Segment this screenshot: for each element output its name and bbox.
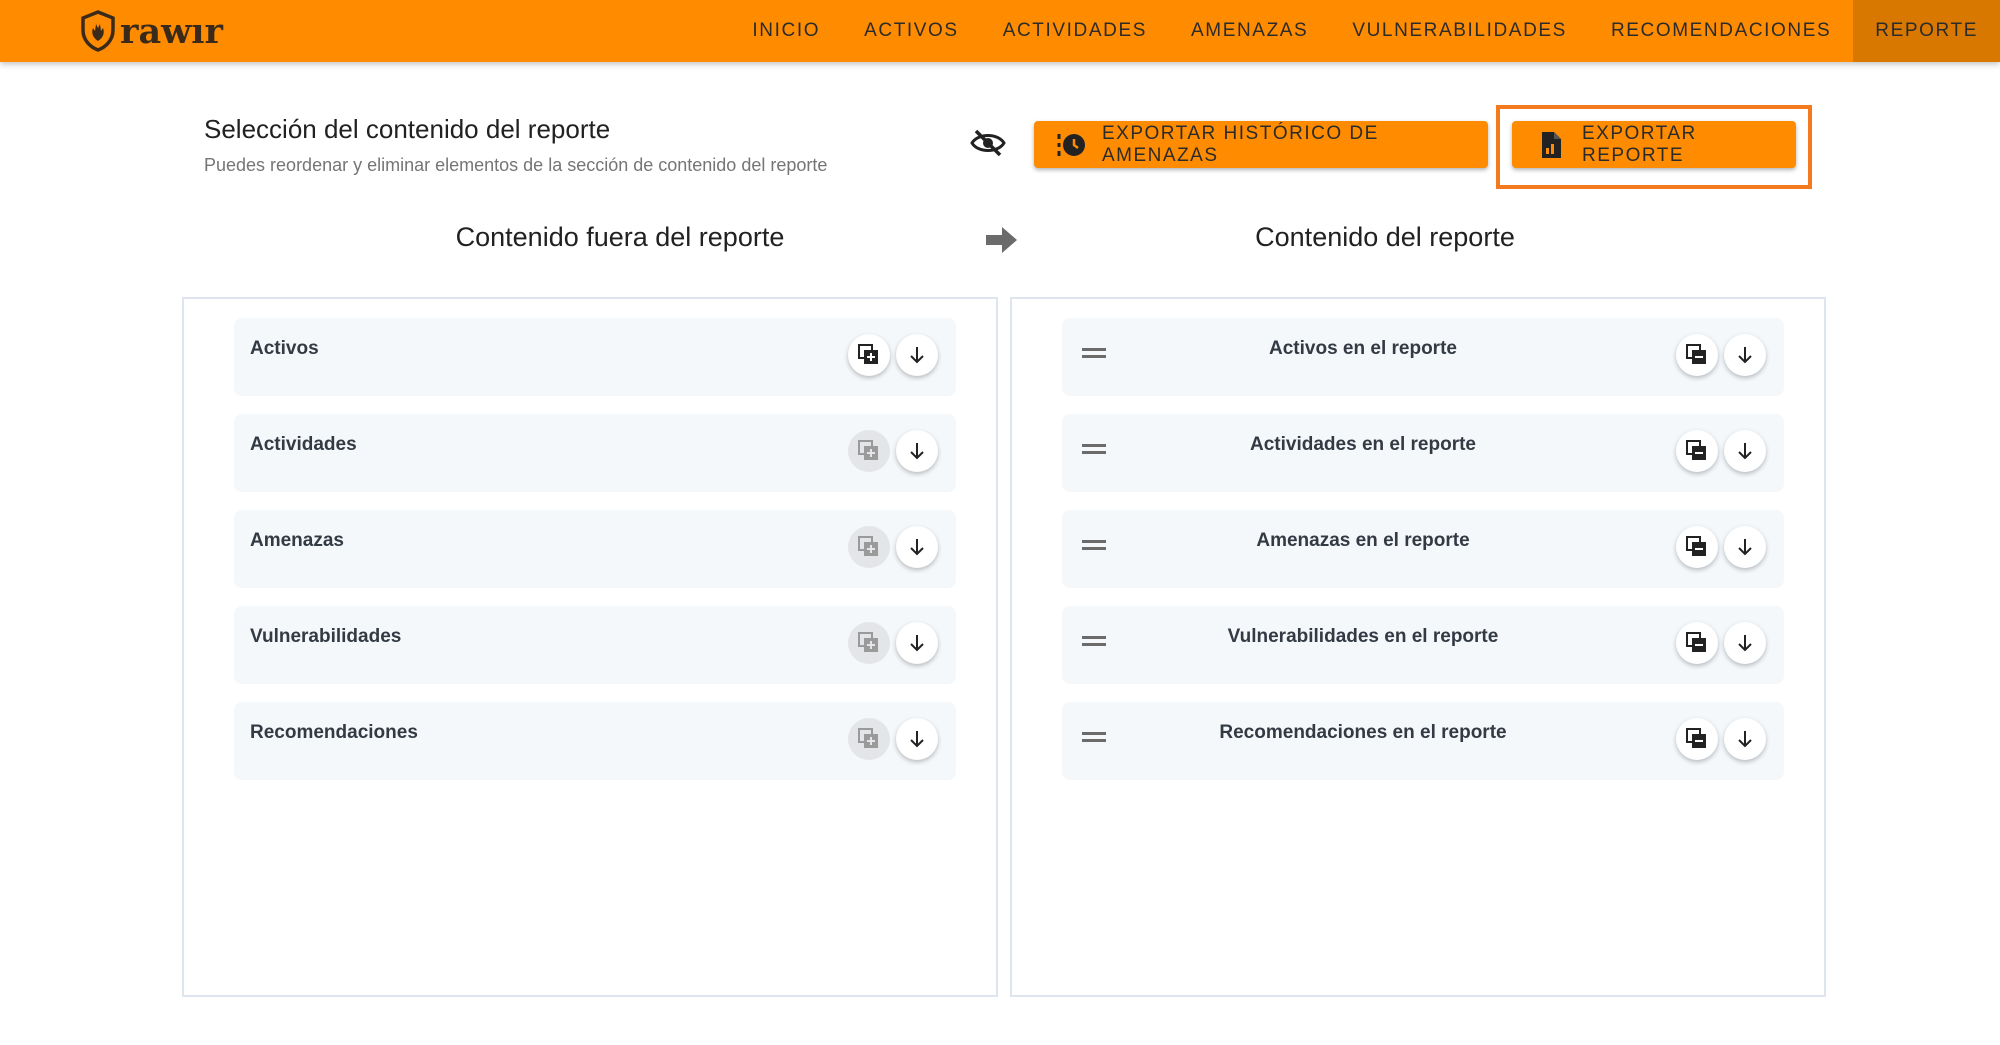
list-item: Amenazas en el reporte — [1062, 510, 1784, 588]
copy-remove-icon — [1686, 344, 1706, 364]
move-down-button[interactable] — [1724, 430, 1766, 472]
remove-from-report-button[interactable] — [1676, 334, 1718, 376]
drag-handle-icon[interactable] — [1082, 444, 1106, 454]
export-history-label: EXPORTAR HISTÓRICO DE AMENAZAS — [1102, 122, 1379, 166]
remove-from-report-button[interactable] — [1676, 718, 1718, 760]
add-to-report-button — [848, 622, 890, 664]
remove-from-report-button[interactable] — [1676, 526, 1718, 568]
move-down-button[interactable] — [1724, 718, 1766, 760]
arrow-down-icon — [910, 635, 924, 652]
arrow-down-icon — [910, 347, 924, 364]
toggle-visibility-button[interactable] — [970, 128, 1006, 158]
nav-item-inicio[interactable]: INICIO — [730, 0, 842, 62]
export-history-button[interactable]: EXPORTAR HISTÓRICO DE AMENAZAS — [1034, 121, 1488, 168]
nav-item-amenazas[interactable]: AMENAZAS — [1169, 0, 1330, 62]
outside-column-title: Contenido fuera del reporte — [455, 222, 785, 252]
list-item: Recomendaciones — [234, 702, 956, 780]
shield-flame-icon — [81, 10, 115, 52]
arrow-down-icon — [1738, 539, 1752, 556]
move-down-button[interactable] — [896, 526, 938, 568]
item-label: Actividades en el reporte — [1250, 434, 1476, 455]
item-label: Vulnerabilidades — [250, 626, 402, 647]
list-item: Activos en el reporte — [1062, 318, 1784, 396]
main-nav: INICIO ACTIVOS ACTIVIDADES AMENAZAS VULN… — [730, 0, 2000, 62]
arrow-down-icon — [910, 731, 924, 748]
report-column-title: Contenido del reporte — [1255, 222, 1515, 252]
history-icon — [1056, 130, 1086, 160]
arrow-down-icon — [1738, 635, 1752, 652]
arrow-down-icon — [910, 539, 924, 556]
drag-handle-icon[interactable] — [1082, 636, 1106, 646]
copy-remove-icon — [1686, 536, 1706, 556]
copy-add-icon — [858, 728, 878, 748]
export-report-highlight — [1496, 105, 1812, 189]
list-item: Vulnerabilidades en el reporte — [1062, 606, 1784, 684]
copy-add-icon — [858, 536, 878, 556]
nav-item-reporte[interactable]: REPORTE — [1853, 0, 2000, 62]
logo-text: rawır — [120, 10, 223, 52]
item-label: Recomendaciones — [250, 722, 418, 743]
app-logo[interactable]: rawır — [80, 8, 223, 54]
list-item: Activos — [234, 318, 956, 396]
item-label: Actividades — [250, 434, 357, 455]
copy-add-icon — [858, 344, 878, 364]
add-to-report-button[interactable] — [848, 334, 890, 376]
list-item: Amenazas — [234, 510, 956, 588]
item-label: Amenazas — [250, 530, 344, 551]
nav-item-actividades[interactable]: ACTIVIDADES — [981, 0, 1169, 62]
move-down-button[interactable] — [896, 718, 938, 760]
item-label: Vulnerabilidades en el reporte — [1227, 626, 1499, 647]
remove-from-report-button[interactable] — [1676, 622, 1718, 664]
top-app-bar: rawır INICIO ACTIVOS ACTIVIDADES AMENAZA… — [0, 0, 2000, 62]
add-to-report-button — [848, 718, 890, 760]
outside-content-panel: Activos Actividades Amenazas Vulnerabili… — [182, 297, 998, 997]
nav-item-vulnerabilidades[interactable]: VULNERABILIDADES — [1330, 0, 1589, 62]
item-label: Activos en el reporte — [1269, 338, 1457, 359]
remove-from-report-button[interactable] — [1676, 430, 1718, 472]
report-content-panel: Activos en el reporte Actividades en el … — [1010, 297, 1826, 997]
list-item: Recomendaciones en el reporte — [1062, 702, 1784, 780]
eye-off-icon — [970, 129, 1006, 157]
arrow-down-icon — [910, 443, 924, 460]
move-down-button[interactable] — [1724, 526, 1766, 568]
nav-item-activos[interactable]: ACTIVOS — [842, 0, 981, 62]
add-to-report-button — [848, 526, 890, 568]
arrow-down-icon — [1738, 443, 1752, 460]
drag-handle-icon[interactable] — [1082, 732, 1106, 742]
copy-add-icon — [858, 440, 878, 460]
arrow-down-icon — [1738, 731, 1752, 748]
move-down-button[interactable] — [1724, 622, 1766, 664]
list-item: Actividades — [234, 414, 956, 492]
item-label: Recomendaciones en el reporte — [1219, 722, 1507, 743]
add-to-report-button — [848, 430, 890, 472]
copy-add-icon — [858, 632, 878, 652]
copy-remove-icon — [1686, 728, 1706, 748]
drag-handle-icon[interactable] — [1082, 540, 1106, 550]
nav-item-recomendaciones[interactable]: RECOMENDACIONES — [1589, 0, 1853, 62]
page-subtitle: Puedes reordenar y eliminar elementos de… — [204, 155, 828, 175]
arrow-down-icon — [1738, 347, 1752, 364]
drag-handle-icon[interactable] — [1082, 348, 1106, 358]
list-item: Actividades en el reporte — [1062, 414, 1784, 492]
item-label: Amenazas en el reporte — [1256, 530, 1470, 551]
copy-remove-icon — [1686, 632, 1706, 652]
copy-remove-icon — [1686, 440, 1706, 460]
move-down-button[interactable] — [896, 334, 938, 376]
page-title: Selección del contenido del reporte — [204, 114, 611, 144]
move-down-button[interactable] — [896, 622, 938, 664]
item-label: Activos — [250, 338, 319, 359]
move-down-button[interactable] — [896, 430, 938, 472]
move-down-button[interactable] — [1724, 334, 1766, 376]
list-item: Vulnerabilidades — [234, 606, 956, 684]
